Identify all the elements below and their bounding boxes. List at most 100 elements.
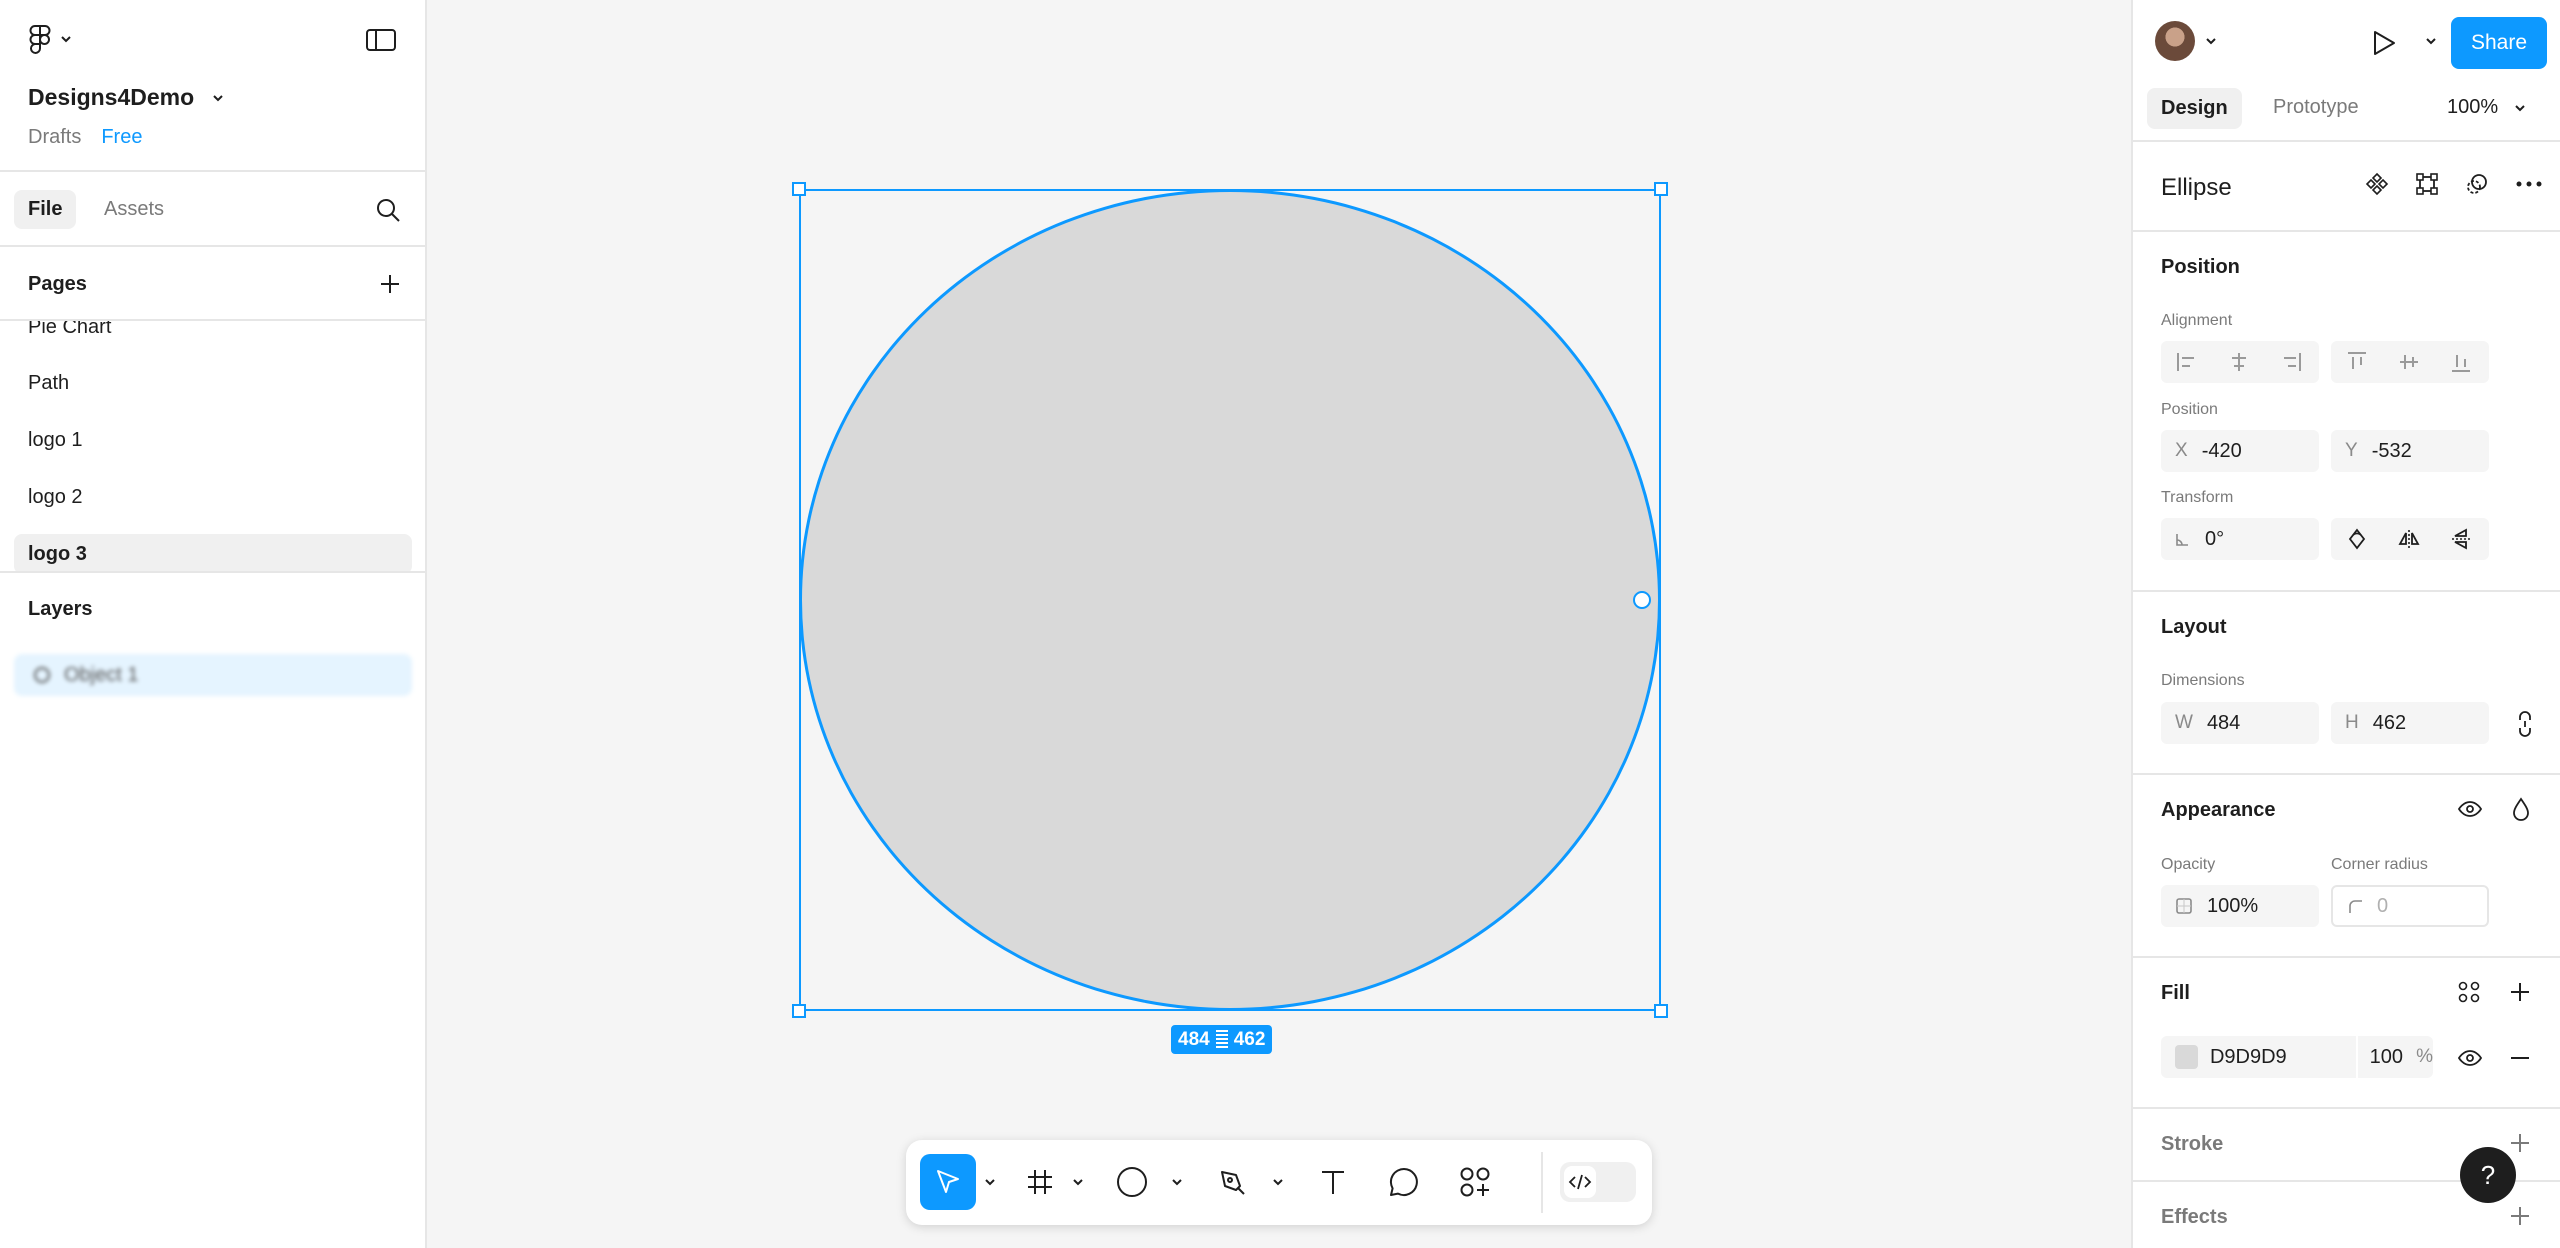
resize-handle-bottom-right[interactable] xyxy=(1654,1004,1668,1018)
component-icon[interactable] xyxy=(2365,172,2389,196)
page-item[interactable]: Path xyxy=(14,363,412,403)
avatar[interactable] xyxy=(2155,21,2195,61)
file-name-button[interactable]: Designs4Demo xyxy=(28,84,224,111)
layer-row[interactable]: Object 1 xyxy=(14,654,412,696)
comment-tool[interactable] xyxy=(1384,1154,1424,1210)
alignment-label: Alignment xyxy=(2161,312,2233,329)
align-top-button[interactable] xyxy=(2331,341,2383,383)
boolean-icon[interactable] xyxy=(2465,172,2489,196)
main-menu-button[interactable] xyxy=(28,24,72,54)
page-item-active[interactable]: logo 3 xyxy=(14,534,412,571)
figma-logo-icon xyxy=(29,25,51,54)
fill-opacity-value: 100 xyxy=(2369,1045,2404,1068)
flip-vertical-button[interactable] xyxy=(2435,518,2487,560)
toggle-sidebar-button[interactable] xyxy=(366,28,396,52)
x-value: -420 xyxy=(2201,439,2242,462)
align-left-button[interactable] xyxy=(2161,341,2213,383)
rotation-field[interactable]: 0° xyxy=(2161,518,2319,560)
pen-icon xyxy=(1221,1171,1245,1195)
tab-prototype[interactable]: Prototype xyxy=(2273,96,2359,119)
text-tool[interactable] xyxy=(1313,1154,1353,1210)
fill-swatch[interactable] xyxy=(2175,1045,2198,1069)
corner-radius-field[interactable]: 0 xyxy=(2331,885,2489,927)
layers-title: Layers xyxy=(28,598,93,620)
vector-edit-icon[interactable] xyxy=(2415,172,2439,196)
file-name: Designs4Demo xyxy=(28,84,195,110)
flip-horizontal-button[interactable] xyxy=(2383,518,2435,560)
share-button[interactable]: Share xyxy=(2451,17,2547,69)
height-field[interactable]: H 462 xyxy=(2331,702,2489,744)
chevron-down-icon[interactable] xyxy=(2205,37,2217,45)
tab-design[interactable]: Design xyxy=(2147,88,2242,129)
height-value: 462 xyxy=(2372,711,2407,734)
tab-file[interactable]: File xyxy=(14,190,77,229)
page-item[interactable]: logo 2 xyxy=(14,477,412,517)
tab-assets[interactable]: Assets xyxy=(104,198,164,221)
canvas[interactable]: 484 462 xyxy=(427,0,2131,1248)
frame-tool[interactable] xyxy=(1020,1154,1060,1210)
position-label: Position xyxy=(2161,401,2218,418)
divider xyxy=(2133,956,2560,958)
help-button[interactable]: ? xyxy=(2460,1147,2516,1203)
pages-list: Pie Chart Path logo 1 logo 2 logo 3 xyxy=(0,321,425,573)
add-effect-icon[interactable] xyxy=(2509,1205,2531,1227)
chevron-down-icon[interactable] xyxy=(2425,37,2437,45)
align-top-icon xyxy=(2348,352,2366,369)
opacity-label: Opacity xyxy=(2161,856,2216,873)
resize-handle-bottom-left[interactable] xyxy=(792,1004,806,1018)
x-field[interactable]: X -420 xyxy=(2161,430,2319,472)
width-field[interactable]: W 484 xyxy=(2161,702,2319,744)
plan-badge[interactable]: Free xyxy=(101,126,142,149)
fill-color-field[interactable]: D9D9D9 100 % xyxy=(2161,1036,2433,1078)
fill-opacity-unit: % xyxy=(2416,1046,2433,1067)
blend-mode-icon[interactable] xyxy=(2511,796,2531,822)
chevron-down-icon[interactable] xyxy=(1171,1178,1183,1186)
styles-grid-icon[interactable] xyxy=(2457,980,2481,1004)
vertical-alignment-group xyxy=(2331,341,2489,383)
dev-mode-knob xyxy=(1564,1166,1596,1198)
ellipse-icon xyxy=(1117,1167,1147,1197)
transform-group xyxy=(2331,518,2489,560)
resize-handle-top-left[interactable] xyxy=(792,182,806,196)
y-value: -532 xyxy=(2371,439,2412,462)
eye-icon[interactable] xyxy=(2457,798,2483,820)
add-stroke-icon[interactable] xyxy=(2509,1132,2531,1154)
drafts-link[interactable]: Drafts xyxy=(28,126,81,149)
chevron-down-icon xyxy=(213,94,223,101)
page-item[interactable]: Pie Chart xyxy=(14,321,412,347)
times-icon xyxy=(1215,1030,1228,1049)
arc-handle[interactable] xyxy=(1633,591,1651,609)
chevron-down-icon[interactable] xyxy=(1272,1178,1284,1186)
zoom-dropdown[interactable]: 100% xyxy=(2447,96,2526,119)
chevron-down-icon[interactable] xyxy=(984,1178,996,1186)
align-center-h-button[interactable] xyxy=(2213,341,2265,383)
align-bottom-button[interactable] xyxy=(2435,341,2487,383)
add-fill-icon[interactable] xyxy=(2509,981,2531,1003)
dimensions-label: Dimensions xyxy=(2161,672,2245,689)
properties-panel: Share Design Prototype 100% Ellipse Posi… xyxy=(2131,0,2560,1248)
remove-fill-icon[interactable] xyxy=(2509,1047,2531,1069)
present-play-icon[interactable] xyxy=(2371,29,2397,57)
h-label: H xyxy=(2345,712,2359,733)
opacity-field[interactable]: 100% xyxy=(2161,885,2319,927)
move-tool[interactable] xyxy=(920,1154,976,1210)
add-page-icon[interactable] xyxy=(378,272,402,296)
divider xyxy=(2133,230,2560,232)
pen-tool[interactable] xyxy=(1212,1154,1252,1210)
more-icon[interactable] xyxy=(2515,172,2543,196)
constrain-proportions-icon[interactable] xyxy=(2515,710,2535,738)
fill-visibility-eye-icon[interactable] xyxy=(2457,1047,2483,1069)
align-right-button[interactable] xyxy=(2265,341,2317,383)
angle-icon xyxy=(2176,534,2188,546)
page-item[interactable]: logo 1 xyxy=(14,420,412,460)
actions-tool[interactable] xyxy=(1455,1154,1495,1210)
y-field[interactable]: Y -532 xyxy=(2331,430,2489,472)
align-middle-button[interactable] xyxy=(2383,341,2435,383)
dev-mode-toggle[interactable] xyxy=(1560,1162,1636,1202)
search-icon[interactable] xyxy=(374,196,402,224)
ellipse-tool[interactable] xyxy=(1112,1154,1152,1210)
chevron-down-icon[interactable] xyxy=(1072,1178,1084,1186)
selection-box xyxy=(799,189,1661,1011)
rotate-button[interactable] xyxy=(2331,518,2383,560)
resize-handle-top-right[interactable] xyxy=(1654,182,1668,196)
